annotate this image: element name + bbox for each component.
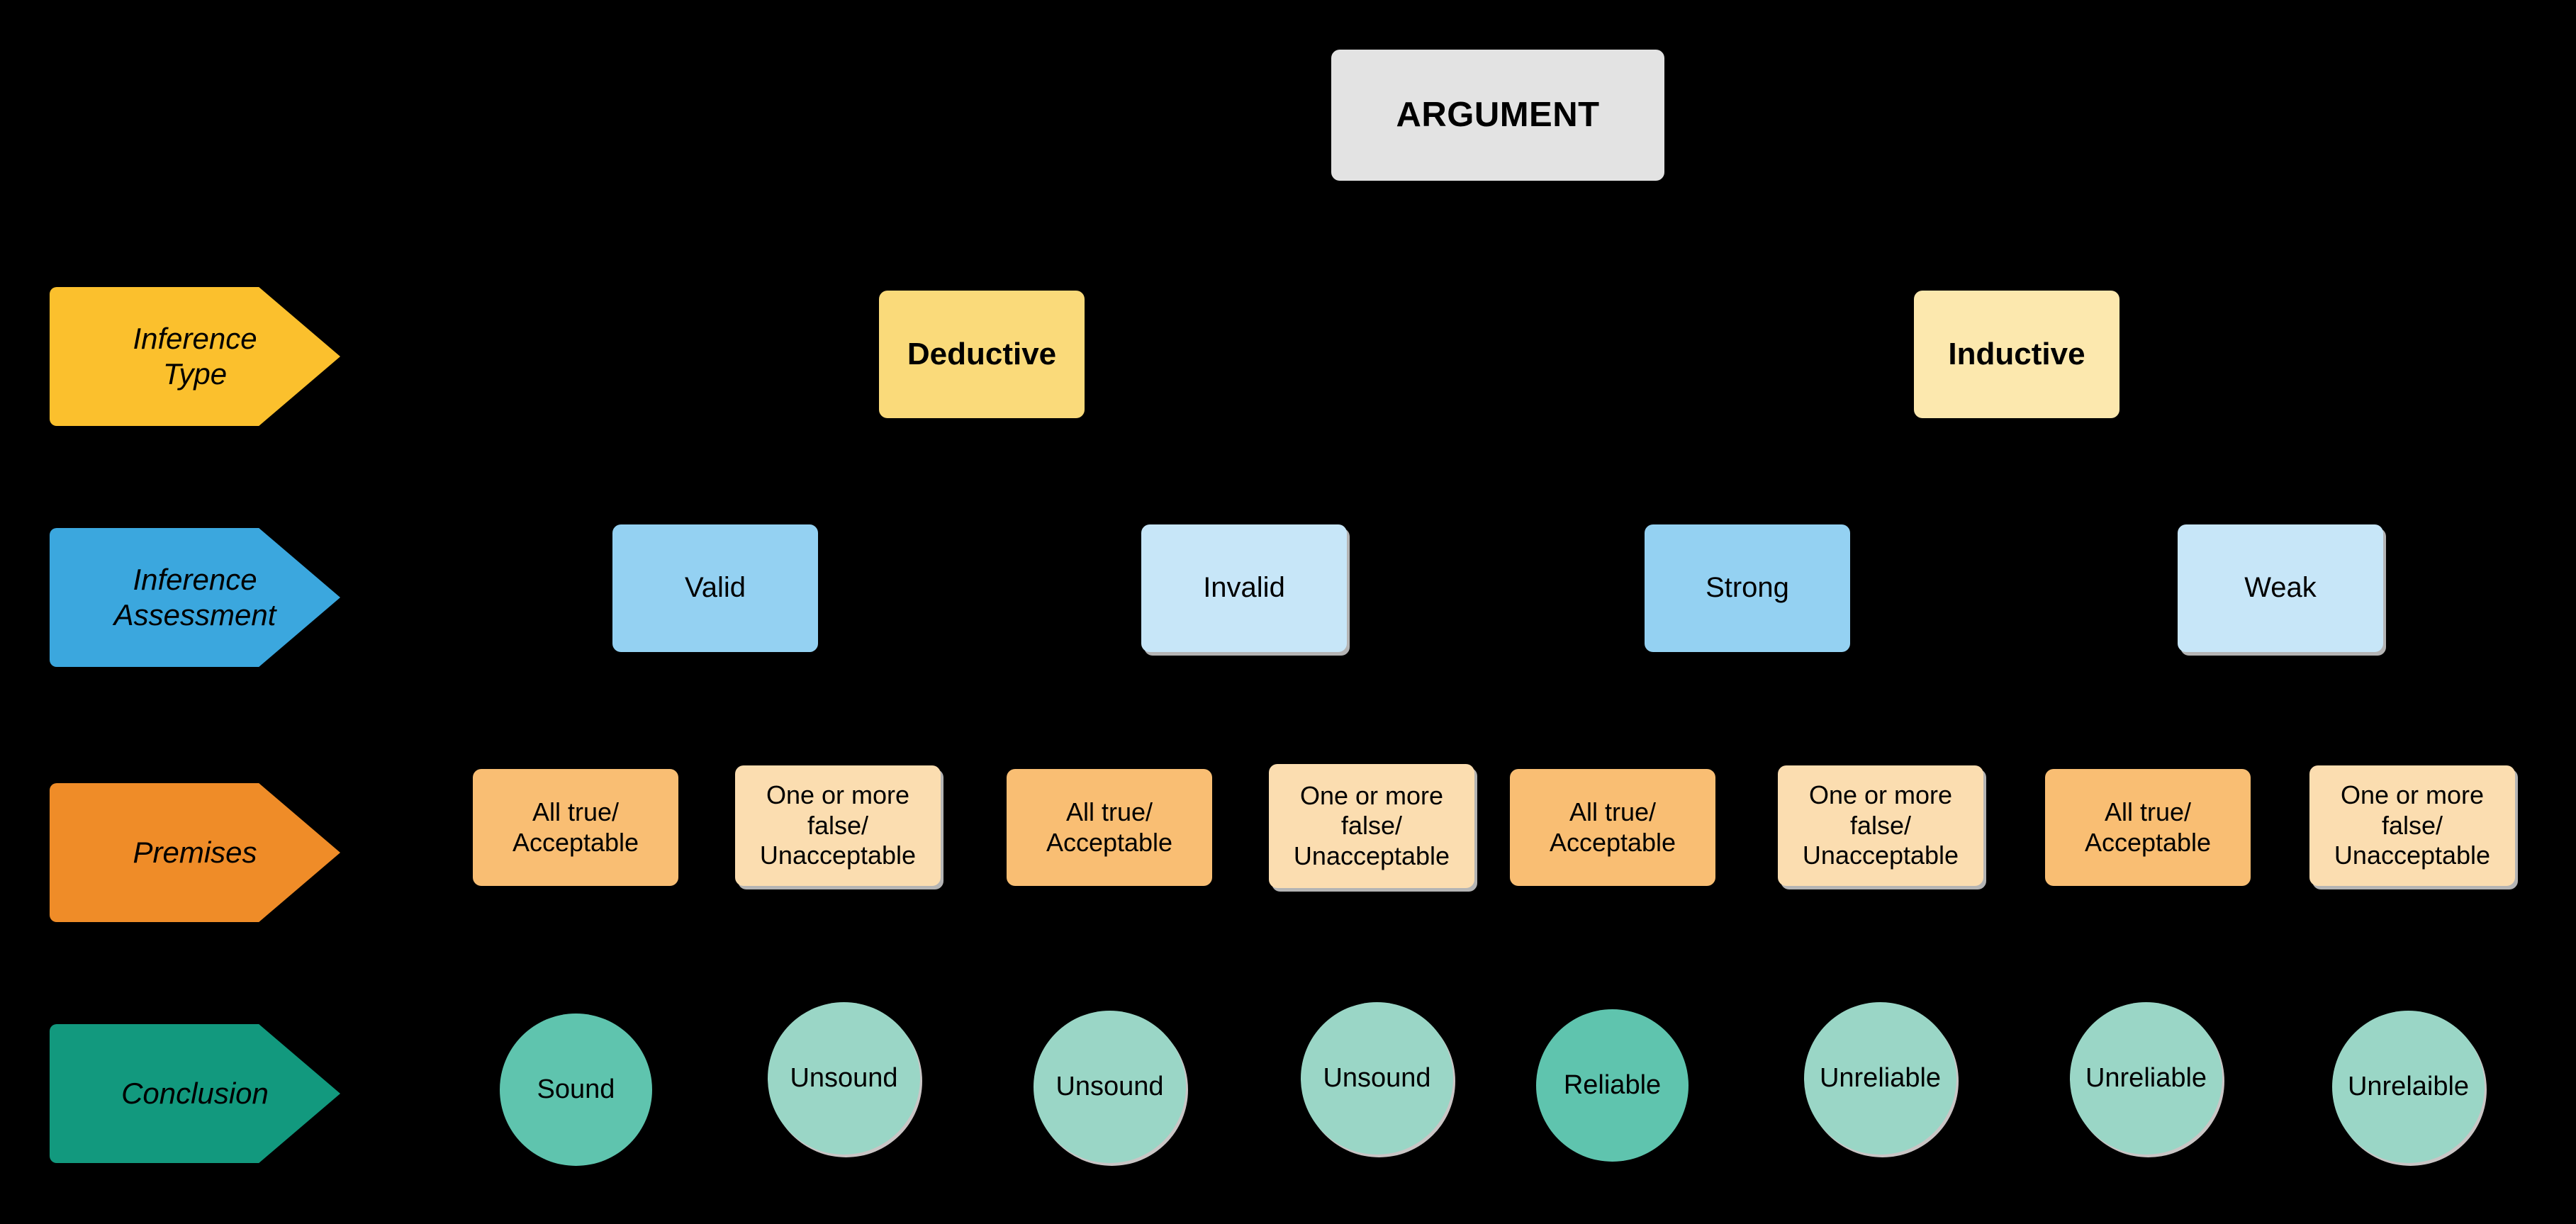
conclusion-circle-7-label: Unreliable <box>2085 1063 2207 1094</box>
root-node-argument[interactable]: ARGUMENT <box>1331 50 1664 181</box>
conclusion-circle-5[interactable]: Reliable <box>1536 1009 1689 1162</box>
conclusion-circle-4[interactable]: Unsound <box>1301 1002 1453 1155</box>
row-label-line-1: Inference <box>133 322 257 356</box>
inference-assessment-strong[interactable]: Strong <box>1645 524 1850 652</box>
conclusion-circle-4-label: Unsound <box>1323 1063 1431 1094</box>
conclusion-circle-1[interactable]: Sound <box>500 1014 652 1166</box>
premise-line-1: All true/ <box>1569 797 1657 827</box>
row-label-inference-type[interactable]: Inference Type <box>50 287 340 426</box>
row-label-premises[interactable]: Premises <box>50 783 340 922</box>
premise-box-3[interactable]: All true/ Acceptable <box>1007 769 1212 886</box>
inference-assessment-weak[interactable]: Weak <box>2178 524 2383 652</box>
inference-type-inductive-label: Inductive <box>1948 337 2085 372</box>
row-label-line-1: Conclusion <box>121 1077 269 1111</box>
premise-line-2: false/ <box>2381 810 2443 840</box>
conclusion-circle-8[interactable]: Unrelaible <box>2332 1011 2485 1163</box>
premise-line-1: One or more <box>1299 780 1444 810</box>
premise-box-4-text: One or more false/ Unacceptable <box>1294 781 1450 871</box>
row-label-inference-assessment-text: Inference Assessment <box>90 562 299 632</box>
conclusion-circle-6[interactable]: Unreliable <box>1804 1002 1956 1155</box>
diagram-canvas: ARGUMENT Inference Type Inference Assess… <box>0 0 2576 1224</box>
conclusion-circle-3-label: Unsound <box>1055 1072 1164 1102</box>
premise-box-1[interactable]: All true/ Acceptable <box>473 769 678 886</box>
premise-box-2[interactable]: One or more false/ Unacceptable <box>735 765 941 886</box>
premise-box-7[interactable]: All true/ Acceptable <box>2045 769 2251 886</box>
inference-assessment-invalid-label: Invalid <box>1203 572 1285 604</box>
inference-assessment-strong-label: Strong <box>1706 572 1789 604</box>
conclusion-circle-2-label: Unsound <box>790 1063 898 1094</box>
premise-box-4[interactable]: One or more false/ Unacceptable <box>1269 764 1474 888</box>
inference-assessment-valid[interactable]: Valid <box>612 524 818 652</box>
premise-line-2: Acceptable <box>1549 827 1676 857</box>
premise-line-3: Unacceptable <box>2334 841 2491 870</box>
premise-box-7-text: All true/ Acceptable <box>2085 797 2211 858</box>
row-label-premises-text: Premises <box>90 835 299 870</box>
conclusion-circle-5-label: Reliable <box>1563 1070 1662 1101</box>
premise-line-3: Unacceptable <box>1802 841 1959 870</box>
conclusion-circle-7[interactable]: Unreliable <box>2070 1002 2222 1155</box>
premise-line-1: One or more <box>2340 780 2485 810</box>
premise-line-2: false/ <box>1849 810 1912 840</box>
inference-assessment-invalid[interactable]: Invalid <box>1141 524 1347 652</box>
conclusion-circle-1-label: Sound <box>537 1074 615 1105</box>
conclusion-circle-6-label: Unreliable <box>1819 1063 1942 1094</box>
premise-line-1: All true/ <box>2104 797 2192 827</box>
premise-line-3: Unacceptable <box>759 841 917 870</box>
inference-assessment-valid-label: Valid <box>685 572 746 604</box>
row-label-line-2: Type <box>162 357 228 391</box>
row-label-line-1: Inference <box>133 563 257 597</box>
premise-box-2-text: One or more false/ Unacceptable <box>760 780 916 870</box>
row-label-line-1: Premises <box>133 836 257 870</box>
premise-line-3: Unacceptable <box>1293 841 1450 870</box>
inference-assessment-weak-label: Weak <box>2244 572 2317 604</box>
row-label-line-2: Assessment <box>113 598 276 631</box>
row-label-inference-assessment[interactable]: Inference Assessment <box>50 528 340 667</box>
inference-type-inductive[interactable]: Inductive <box>1914 291 2119 418</box>
premise-box-5-text: All true/ Acceptable <box>1550 797 1676 858</box>
premise-line-1: One or more <box>1808 780 1953 810</box>
conclusion-circle-8-label: Unrelaible <box>2347 1072 2470 1102</box>
row-label-inference-type-text: Inference Type <box>90 321 299 391</box>
conclusion-circle-3[interactable]: Unsound <box>1034 1011 1186 1163</box>
premise-box-3-text: All true/ Acceptable <box>1046 797 1172 858</box>
premise-box-5[interactable]: All true/ Acceptable <box>1510 769 1715 886</box>
premise-line-2: Acceptable <box>2084 827 2212 857</box>
premise-box-6[interactable]: One or more false/ Unacceptable <box>1778 765 1983 886</box>
premise-line-1: All true/ <box>1065 797 1153 827</box>
premise-line-2: Acceptable <box>1046 827 1173 857</box>
premise-line-1: One or more <box>766 780 910 810</box>
row-label-conclusion[interactable]: Conclusion <box>50 1024 340 1163</box>
premise-box-1-text: All true/ Acceptable <box>513 797 639 858</box>
row-label-conclusion-text: Conclusion <box>90 1076 299 1111</box>
root-node-label: ARGUMENT <box>1396 95 1600 134</box>
premise-line-1: All true/ <box>532 797 620 827</box>
premise-line-2: false/ <box>1340 811 1403 841</box>
inference-type-deductive[interactable]: Deductive <box>879 291 1085 418</box>
premise-line-2: false/ <box>807 810 869 840</box>
inference-type-deductive-label: Deductive <box>907 337 1057 372</box>
conclusion-circle-2[interactable]: Unsound <box>768 1002 920 1155</box>
premise-box-6-text: One or more false/ Unacceptable <box>1803 780 1959 870</box>
premise-box-8-text: One or more false/ Unacceptable <box>2334 780 2490 870</box>
premise-line-2: Acceptable <box>512 827 639 857</box>
premise-box-8[interactable]: One or more false/ Unacceptable <box>2309 765 2515 886</box>
